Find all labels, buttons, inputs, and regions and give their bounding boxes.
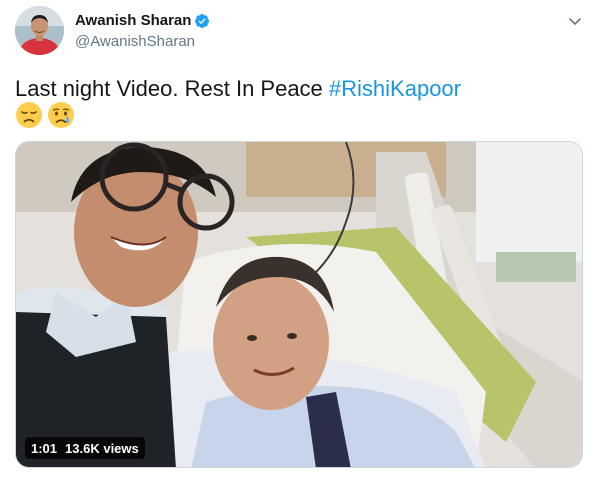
video-thumbnail xyxy=(16,142,582,467)
chevron-down-icon[interactable] xyxy=(567,13,583,29)
emoji-row xyxy=(15,101,75,129)
video-info-badge: 1:01 13.6K views xyxy=(25,437,145,459)
author-handle[interactable]: @AwanishSharan xyxy=(75,33,195,50)
author-name-line: Awanish Sharan xyxy=(75,12,210,29)
author-display-name[interactable]: Awanish Sharan xyxy=(75,12,191,29)
verified-badge-icon xyxy=(195,13,210,28)
tweet-text: Last night Video. Rest In Peace #RishiKa… xyxy=(15,76,461,102)
tweet-card: Awanish Sharan @AwanishSharan Last night… xyxy=(0,0,595,484)
disappointed-face-emoji-icon xyxy=(16,102,42,128)
video-view-count: 13.6K views xyxy=(65,440,139,456)
hashtag-link[interactable]: #RishiKapoor xyxy=(329,76,461,101)
avatar-photo-icon xyxy=(15,6,64,55)
crying-face-emoji-icon xyxy=(48,102,74,128)
author-avatar[interactable] xyxy=(15,6,64,55)
tweet-body-text: Last night Video. Rest In Peace xyxy=(15,76,329,101)
video-duration: 1:01 xyxy=(31,440,58,456)
video-player[interactable] xyxy=(15,141,583,468)
